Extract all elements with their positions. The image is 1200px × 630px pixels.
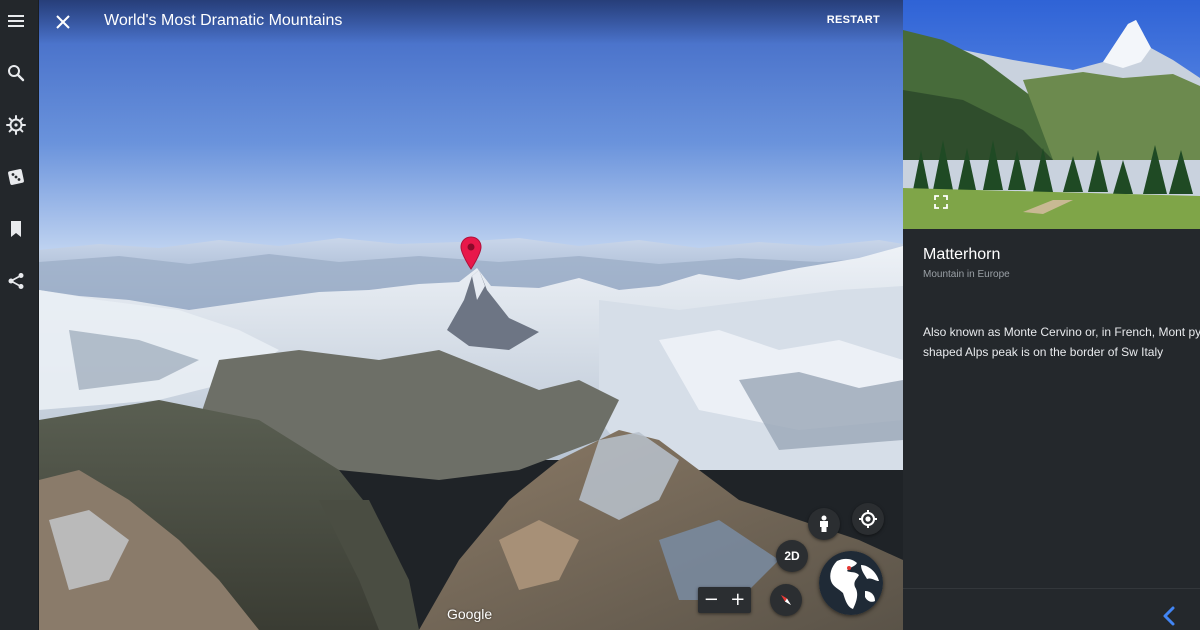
compass-button[interactable] [770, 584, 802, 616]
knowledge-card: Matterhorn Mountain in Europe Also known… [903, 0, 1200, 630]
place-subtitle: Mountain in Europe [923, 269, 1010, 280]
feeling-lucky-button[interactable] [5, 166, 27, 188]
chevron-left-icon[interactable] [1161, 605, 1177, 627]
zoom-control: − + [698, 587, 751, 613]
location-pin-icon[interactable] [460, 236, 482, 270]
restart-button[interactable]: RESTART [827, 14, 880, 26]
fullscreen-icon[interactable] [934, 195, 948, 209]
zoom-in-button[interactable]: + [726, 591, 750, 609]
place-description: Also known as Monte Cervino or, in Frenc… [923, 325, 1200, 359]
place-photo[interactable] [903, 0, 1200, 229]
close-tour-button[interactable] [51, 10, 75, 34]
zoom-out-button[interactable]: − [699, 591, 723, 609]
compass-icon [781, 595, 791, 605]
dice-icon [8, 169, 24, 185]
menu-button[interactable] [5, 10, 27, 32]
globe-minimap[interactable] [819, 551, 883, 615]
street-view-button[interactable] [808, 508, 840, 540]
globe-icon [819, 551, 883, 615]
share-button[interactable] [5, 270, 27, 292]
toggle-2d-button[interactable]: 2D [776, 540, 808, 572]
projects-button[interactable] [5, 218, 27, 240]
search-button[interactable] [5, 62, 27, 84]
my-location-icon [859, 510, 877, 528]
google-earth-app: World's Most Dramatic Mountains RESTART … [0, 0, 1200, 630]
place-title: Matterhorn [923, 246, 1001, 263]
close-icon [56, 15, 70, 29]
tour-title: World's Most Dramatic Mountains [104, 12, 343, 29]
my-location-button[interactable] [852, 503, 884, 535]
terrain-render [39, 0, 903, 630]
map-view[interactable]: World's Most Dramatic Mountains RESTART … [39, 0, 903, 630]
menu-icon [8, 15, 24, 27]
voyager-icon [6, 115, 26, 135]
voyager-button[interactable] [5, 114, 27, 136]
search-icon [8, 65, 25, 82]
left-rail [0, 0, 39, 630]
pegman-icon [820, 515, 828, 532]
card-footer [903, 588, 1200, 630]
share-icon [8, 273, 24, 289]
bookmark-icon [11, 221, 21, 237]
google-attribution: Google [447, 606, 493, 622]
